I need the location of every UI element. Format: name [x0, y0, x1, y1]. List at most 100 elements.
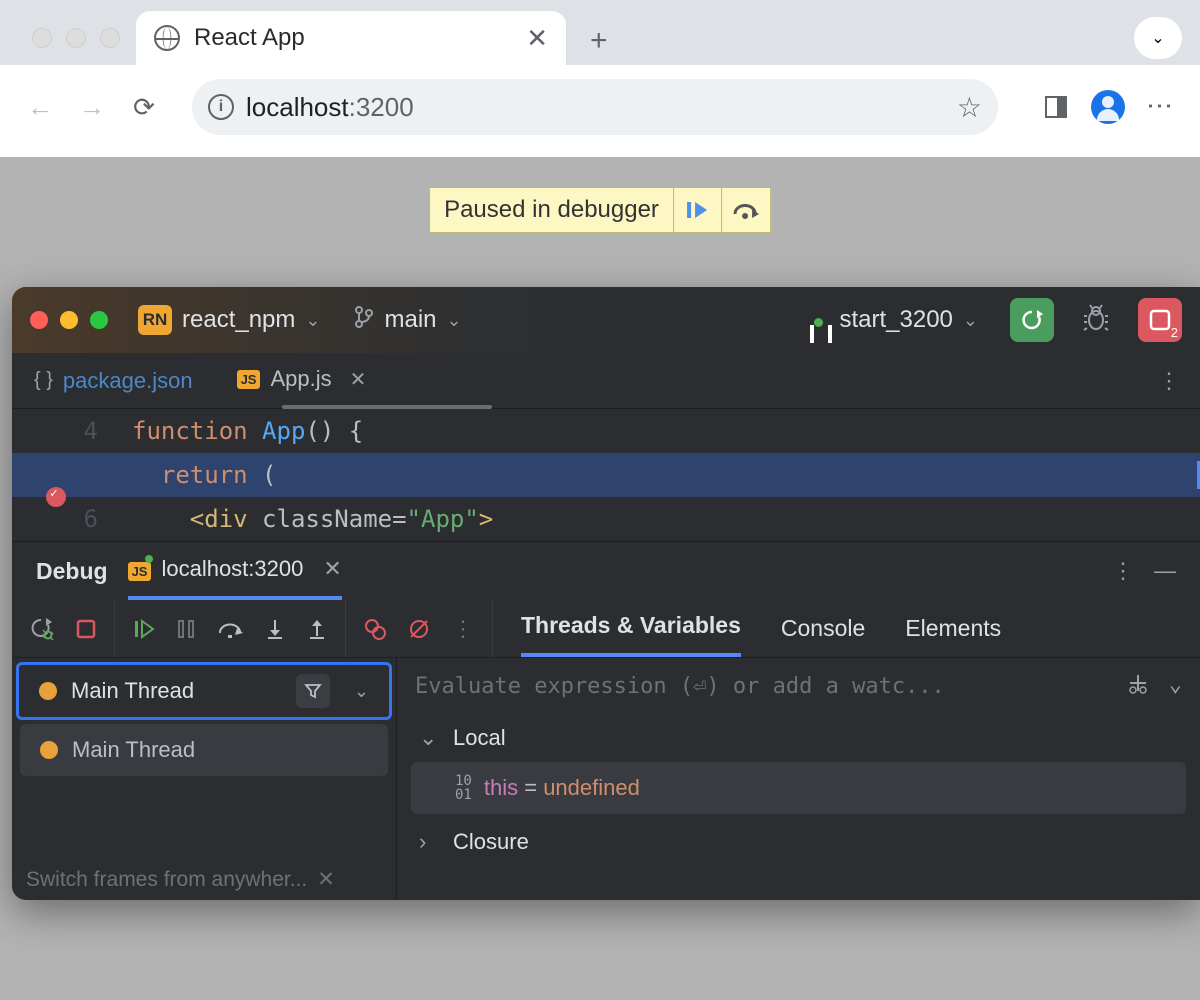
tab-strip: React App ✕ + ⌄	[0, 0, 1200, 65]
binary-icon: 1001	[455, 774, 472, 802]
branch-chevron-icon[interactable]: ⌄	[447, 310, 462, 331]
step-out-button[interactable]	[307, 618, 327, 640]
tab-package-json[interactable]: { } package.json	[12, 353, 215, 408]
play-icon	[685, 200, 709, 220]
tab-title: React App	[194, 24, 305, 52]
ide-zoom[interactable]	[90, 311, 108, 329]
debug-body: Main Thread ⌄ Main Thread Switch frames …	[12, 658, 1200, 900]
editor[interactable]: 4 function App() { return ( 6 <div class…	[12, 409, 1200, 541]
scope-closure-label: Closure	[453, 829, 529, 855]
debug-header: Debug JS localhost:3200 ✕ ⋮ —	[12, 542, 1200, 600]
threads-column: Main Thread ⌄ Main Thread Switch frames …	[12, 658, 397, 900]
pause-debug-button[interactable]	[177, 619, 195, 639]
code-line-5-current: return (	[12, 453, 1200, 497]
thread-selector[interactable]: Main Thread ⌄	[16, 662, 392, 720]
hint-close-icon[interactable]: ✕	[317, 867, 335, 892]
project-chevron-icon[interactable]: ⌄	[305, 310, 320, 331]
debug-session-tab[interactable]: JS localhost:3200 ✕	[128, 542, 342, 600]
tab-label: package.json	[63, 368, 193, 394]
browser-menu-button[interactable]: ⋮	[1138, 85, 1182, 129]
gutter-6: 6	[12, 505, 132, 533]
close-session-icon[interactable]: ✕	[323, 556, 341, 582]
window-minimize[interactable]	[66, 28, 86, 48]
rerun-icon	[1020, 308, 1044, 332]
chevron-down-icon: ⌄	[419, 725, 439, 751]
watch-chevron-icon[interactable]: ⌄	[1169, 672, 1182, 700]
minimize-debug-button[interactable]: —	[1154, 558, 1176, 584]
step-over-button[interactable]	[722, 188, 770, 232]
tab-app-js[interactable]: JS App.js ✕	[215, 353, 389, 408]
nav-back-button[interactable]: ←	[18, 85, 62, 129]
step-into-button[interactable]	[265, 618, 285, 640]
status-dot-icon	[40, 741, 58, 759]
ide-close[interactable]	[30, 311, 48, 329]
window-close[interactable]	[32, 28, 52, 48]
tab-elements[interactable]: Elements	[905, 615, 1001, 642]
breakpoint-icon[interactable]	[46, 487, 66, 507]
bookmark-star-icon[interactable]: ☆	[957, 91, 982, 124]
branch-icon	[354, 305, 374, 335]
scope-local-label: Local	[453, 725, 506, 751]
site-info-icon[interactable]: i	[208, 94, 234, 120]
close-tab-icon[interactable]: ✕	[350, 367, 367, 392]
gutter-4: 4	[12, 417, 132, 445]
thread-list-item[interactable]: Main Thread	[20, 724, 388, 776]
filter-button[interactable]	[296, 674, 330, 708]
editor-tabs: { } package.json JS App.js ✕ ⋮	[12, 353, 1200, 409]
tab-threads-variables[interactable]: Threads & Variables	[521, 600, 741, 657]
reload-button[interactable]: ⟳	[122, 85, 166, 129]
kebab-icon: ⋮	[1145, 93, 1176, 121]
avatar-icon	[1091, 90, 1125, 124]
variable-this[interactable]: 1001 this = undefined	[411, 762, 1186, 814]
status-dot-icon	[39, 682, 57, 700]
stop-button[interactable]: 2	[1138, 298, 1182, 342]
rerun-debug-button[interactable]	[30, 617, 54, 641]
nav-forward-button[interactable]: →	[70, 85, 114, 129]
hint-text: Switch frames from anywher...	[26, 868, 307, 892]
ide-minimize[interactable]	[60, 311, 78, 329]
window-zoom[interactable]	[100, 28, 120, 48]
run-config-chevron-icon[interactable]: ⌄	[963, 310, 978, 331]
profile-button[interactable]	[1086, 85, 1130, 129]
paused-text: Paused in debugger	[430, 188, 674, 232]
mute-breakpoints-button[interactable]	[408, 618, 430, 640]
scope-local[interactable]: ⌄ Local	[397, 714, 1200, 762]
js-icon: JS	[237, 370, 261, 389]
debug-button[interactable]	[1082, 304, 1110, 337]
step-over-debug-button[interactable]	[217, 619, 243, 639]
ide-window: RN react_npm ⌄ main ⌄ start_3200 ⌄	[12, 287, 1200, 900]
globe-icon	[154, 25, 180, 51]
tab-console[interactable]: Console	[781, 615, 865, 642]
thread-item-label: Main Thread	[72, 737, 195, 763]
debug-more-button[interactable]: ⋮	[452, 616, 474, 642]
step-over-icon	[732, 200, 760, 220]
evaluate-expression-input[interactable]: Evaluate expression (⏎) or add a watc...…	[397, 658, 1200, 714]
new-tab-button[interactable]: +	[590, 24, 608, 58]
resume-debug-button[interactable]	[133, 618, 155, 640]
editor-tab-menu[interactable]: ⋮	[1138, 368, 1200, 394]
chevron-down-icon: ⌄	[1151, 28, 1164, 48]
selected-thread-label: Main Thread	[71, 678, 282, 704]
tab-overflow-button[interactable]: ⌄	[1134, 17, 1182, 59]
ide-window-controls	[30, 311, 108, 329]
address-bar[interactable]: i localhost:3200 ☆	[192, 79, 998, 135]
page-area: Paused in debugger RN react_npm ⌄	[0, 157, 1200, 997]
stop-count: 2	[1171, 325, 1178, 340]
browser-tab-active[interactable]: React App ✕	[136, 11, 566, 65]
side-panel-button[interactable]	[1034, 85, 1078, 129]
json-icon: { }	[34, 369, 53, 392]
tab-close-button[interactable]: ✕	[526, 23, 548, 54]
run-config-name[interactable]: start_3200	[839, 306, 952, 334]
project-name[interactable]: react_npm	[182, 306, 295, 334]
url-host: localhost	[246, 92, 349, 122]
stop-debug-button[interactable]	[76, 619, 96, 639]
rerun-button[interactable]	[1010, 298, 1054, 342]
debug-menu-button[interactable]: ⋮	[1112, 558, 1134, 584]
thread-chevron-icon[interactable]: ⌄	[354, 681, 369, 702]
resume-button[interactable]	[674, 188, 722, 232]
variables-column: Evaluate expression (⏎) or add a watc...…	[397, 658, 1200, 900]
view-breakpoints-button[interactable]	[364, 618, 386, 640]
scope-closure[interactable]: › Closure	[397, 818, 1200, 866]
add-watch-button[interactable]	[1127, 672, 1149, 700]
branch-name[interactable]: main	[384, 306, 436, 334]
